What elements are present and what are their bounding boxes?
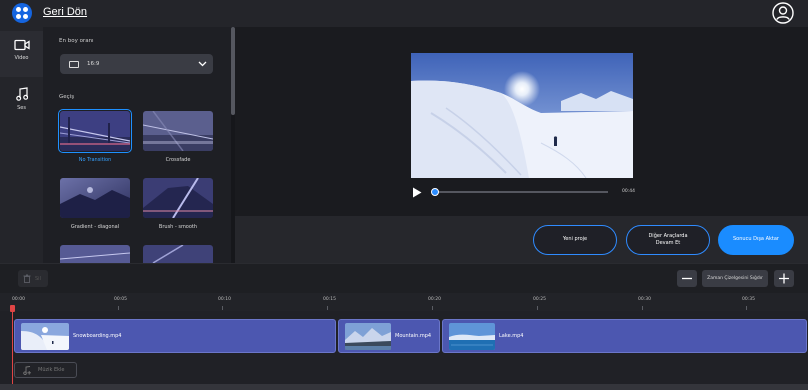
ruler-label: 00:25 bbox=[533, 297, 546, 302]
ruler-tick bbox=[327, 306, 328, 310]
continue-other-tools-button[interactable]: Diğer Araçlarda Devam Et bbox=[626, 225, 710, 255]
clip-thumbnail bbox=[345, 323, 391, 350]
timeline-ruler[interactable] bbox=[0, 293, 808, 311]
time-label: 00:44 bbox=[622, 189, 635, 194]
transition-tile-no-transition[interactable] bbox=[58, 109, 132, 153]
delete-label: Sil bbox=[35, 275, 41, 282]
timeline-scrollbar[interactable] bbox=[0, 384, 808, 390]
fit-timeline-button[interactable]: Zaman Çizelgesini Sığdır bbox=[702, 270, 768, 287]
logo-icon[interactable] bbox=[12, 3, 32, 23]
account-icon[interactable] bbox=[772, 2, 794, 24]
clip-name: Snowboarding.mp4 bbox=[73, 333, 122, 339]
new-project-button[interactable]: Yeni proje bbox=[533, 225, 617, 255]
ruler-label: 00:05 bbox=[114, 297, 127, 302]
ruler-label: 00:15 bbox=[323, 297, 336, 302]
ruler-tick bbox=[222, 306, 223, 310]
aspect-ratio-label: En boy oranı bbox=[59, 38, 94, 44]
transition-thumbnail bbox=[60, 245, 130, 263]
aspect-ratio-icon bbox=[69, 60, 79, 68]
music-add-icon bbox=[23, 365, 31, 375]
rail-item-video[interactable]: Video bbox=[0, 31, 43, 77]
transition-tile-more-1[interactable] bbox=[60, 245, 130, 263]
transition-tile-brush-smooth[interactable] bbox=[143, 178, 213, 218]
rail-item-label: Video bbox=[14, 55, 29, 61]
seek-handle[interactable] bbox=[431, 188, 439, 196]
transition-label-brush-smooth: Brush - smooth bbox=[158, 224, 198, 230]
video-preview[interactable] bbox=[411, 53, 633, 178]
aspect-ratio-select[interactable]: 16:9 bbox=[60, 54, 213, 74]
ruler-tick bbox=[118, 306, 119, 310]
continue-other-tools-label-line1: Diğer Araçlarda bbox=[648, 232, 688, 239]
minus-icon bbox=[682, 277, 692, 280]
bridge-night-thumbnail bbox=[60, 111, 130, 151]
transition-thumbnail bbox=[143, 245, 213, 263]
ruler-tick bbox=[642, 306, 643, 310]
clip-thumbnail bbox=[21, 323, 69, 350]
clip-lake[interactable]: Lake.mp4 bbox=[442, 319, 807, 353]
gradient-diagonal-thumbnail bbox=[60, 178, 130, 218]
settings-panel: En boy oranı 16:9 Geçiş No Transition Cr… bbox=[43, 27, 235, 263]
new-project-label: Yeni proje bbox=[562, 236, 588, 243]
side-rail: Video Ses bbox=[0, 27, 43, 263]
rail-item-label: Ses bbox=[17, 105, 26, 111]
ruler-label: 00:00 bbox=[12, 297, 25, 302]
ruler-label: 00:20 bbox=[428, 297, 441, 302]
transition-label: Geçiş bbox=[59, 94, 75, 100]
fit-timeline-label: Zaman Çizelgesini Sığdır bbox=[707, 276, 763, 281]
playhead-handle[interactable] bbox=[10, 305, 15, 312]
aspect-ratio-value: 16:9 bbox=[87, 61, 100, 67]
ruler-label: 00:10 bbox=[218, 297, 231, 302]
playhead[interactable] bbox=[12, 309, 13, 390]
rail-item-audio[interactable]: Ses bbox=[0, 79, 43, 125]
plus-icon bbox=[779, 273, 789, 284]
crossfade-thumbnail bbox=[143, 111, 213, 151]
brush-smooth-thumbnail bbox=[143, 178, 213, 218]
video-editor-app: Geri Dön Video Ses En boy oranı 16:9 Geç… bbox=[0, 0, 808, 390]
snowboarding-thumbnail bbox=[21, 323, 69, 350]
zoom-out-button[interactable] bbox=[677, 270, 697, 287]
transition-tile-crossfade[interactable] bbox=[143, 111, 213, 151]
clip-mountain[interactable]: Mountain.mp4 bbox=[338, 319, 440, 353]
add-music-button[interactable]: Müzik Ekle bbox=[14, 362, 77, 378]
transition-label-no-transition: No Transition bbox=[78, 157, 112, 163]
seek-bar[interactable] bbox=[434, 191, 608, 193]
back-link[interactable]: Geri Dön bbox=[43, 6, 87, 18]
play-icon[interactable] bbox=[412, 187, 422, 198]
transition-label-crossfade: Crossfade bbox=[165, 157, 191, 163]
lake-thumbnail bbox=[449, 323, 495, 350]
video-camera-icon bbox=[13, 39, 30, 51]
export-label: Sonucu Dışa Aktar bbox=[733, 236, 779, 243]
ruler-tick bbox=[537, 306, 538, 310]
clip-name: Lake.mp4 bbox=[499, 333, 524, 339]
transition-label-gradient-diagonal: Gradient - diagonal bbox=[70, 224, 120, 230]
continue-other-tools-label-line2: Devam Et bbox=[655, 240, 681, 246]
export-button[interactable]: Sonucu Dışa Aktar bbox=[718, 225, 794, 255]
ruler-tick bbox=[432, 306, 433, 310]
clip-name: Mountain.mp4 bbox=[395, 333, 432, 339]
clip-snowboarding[interactable]: Snowboarding.mp4 bbox=[14, 319, 336, 353]
clip-thumbnail bbox=[449, 323, 495, 350]
chevron-down-icon bbox=[198, 61, 207, 67]
music-note-icon bbox=[15, 87, 28, 101]
ruler-label: 00:30 bbox=[638, 297, 651, 302]
transition-tile-gradient-diagonal[interactable] bbox=[60, 178, 130, 218]
transition-tile-more-2[interactable] bbox=[143, 245, 213, 263]
ruler-tick bbox=[746, 306, 747, 310]
add-music-label: Müzik Ekle bbox=[38, 367, 65, 373]
zoom-in-button[interactable] bbox=[774, 270, 794, 287]
mountain-thumbnail bbox=[345, 323, 391, 350]
delete-button[interactable]: Sil bbox=[18, 270, 48, 287]
top-bar bbox=[0, 0, 808, 27]
ruler-label: 00:35 bbox=[742, 297, 755, 302]
trash-icon bbox=[23, 274, 31, 283]
